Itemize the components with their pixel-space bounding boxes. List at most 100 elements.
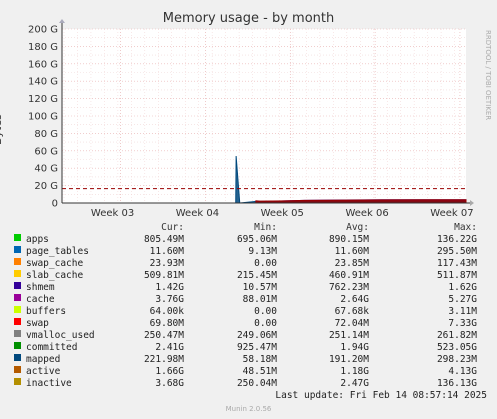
munin-version: Munin 2.0.56 bbox=[225, 405, 272, 413]
legend-cur: 221.98M bbox=[143, 354, 184, 365]
memory-chart: 0 20 G 40 G 60 G 80 G 100 G 120 G 140 G 160 G 180… bbox=[28, 19, 474, 219]
legend-max: 136.13G bbox=[436, 378, 477, 389]
legend-min: 0.00 bbox=[254, 318, 277, 329]
legend-cur: 250.47M bbox=[143, 330, 184, 341]
legend-swatch bbox=[14, 306, 21, 313]
legend-max: 261.82M bbox=[436, 330, 477, 341]
legend-max: 3.11M bbox=[448, 306, 477, 317]
x-tick-label: Week 07 bbox=[430, 208, 473, 219]
legend-cur: 69.80M bbox=[149, 318, 184, 329]
legend-avg: 2.47G bbox=[340, 378, 369, 389]
legend-cur: 1.66G bbox=[155, 366, 184, 377]
legend-cur: 11.60M bbox=[149, 246, 184, 257]
legend-name: apps bbox=[26, 234, 49, 245]
legend-min: 88.01M bbox=[242, 294, 277, 305]
legend-name: swap bbox=[26, 318, 49, 329]
legend-max: 7.33G bbox=[448, 318, 477, 329]
legend-cur: 3.68G bbox=[155, 378, 184, 389]
legend-max: 523.05G bbox=[436, 342, 477, 353]
legend-swatch bbox=[14, 378, 21, 385]
legend-row-page-tables: page_tables 11.60M 9.13M 11.60M 295.50M bbox=[12, 246, 487, 258]
y-tick-label: 200 G bbox=[28, 25, 58, 36]
legend-max: 4.13G bbox=[448, 366, 477, 377]
legend-swatch bbox=[14, 342, 21, 349]
legend-name: buffers bbox=[26, 306, 67, 317]
legend-swatch bbox=[14, 282, 21, 289]
legend-row-buffers: buffers 64.00k 0.00 67.68k 3.11M bbox=[12, 306, 487, 318]
legend-row-committed: committed 2.41G 925.47M 1.94G 523.05G bbox=[12, 342, 487, 354]
legend-avg: 67.68k bbox=[334, 306, 369, 317]
legend-min: 695.06M bbox=[236, 234, 277, 245]
legend-max: 295.50M bbox=[436, 246, 477, 257]
legend-row-slab-cache: slab_cache 509.81M 215.45M 460.91M 511.87M bbox=[12, 270, 487, 282]
header-cur: Cur: bbox=[161, 222, 184, 233]
header-max: Max: bbox=[454, 222, 477, 233]
legend-avg: 23.85M bbox=[334, 258, 369, 269]
legend-name: inactive bbox=[26, 378, 72, 389]
header-min: Min: bbox=[254, 222, 277, 233]
y-tick-label: 180 G bbox=[28, 42, 58, 53]
legend-row-swap: swap 69.80M 0.00 72.04M 7.33G bbox=[12, 318, 487, 330]
legend-min: 215.45M bbox=[236, 270, 277, 281]
legend-table: Cur: Min: Avg: Max: apps 805.49M 695.06M 89… bbox=[12, 222, 487, 390]
legend-swatch bbox=[14, 246, 21, 253]
legend-row-cache: cache 3.76G 88.01M 2.64G 5.27G bbox=[12, 294, 487, 306]
legend-row-apps: apps 805.49M 695.06M 890.15M 136.22G bbox=[12, 234, 487, 246]
legend-name: vmalloc_used bbox=[26, 330, 95, 341]
legend-swatch bbox=[14, 258, 21, 265]
legend-avg: 11.60M bbox=[334, 246, 369, 257]
y-axis-arrow bbox=[59, 19, 65, 23]
legend-min: 0.00 bbox=[254, 306, 277, 317]
legend-swatch bbox=[14, 270, 21, 277]
legend-max: 511.87M bbox=[436, 270, 477, 281]
y-tick-label: 60 G bbox=[34, 146, 58, 157]
legend-name: slab_cache bbox=[26, 270, 84, 281]
legend-swatch bbox=[14, 366, 21, 373]
legend-cur: 23.93M bbox=[149, 258, 184, 269]
legend-avg: 72.04M bbox=[334, 318, 369, 329]
legend-cur: 1.42G bbox=[155, 282, 184, 293]
legend-max: 136.22G bbox=[436, 234, 477, 245]
x-tick-label: Week 06 bbox=[345, 208, 388, 219]
legend-min: 48.51M bbox=[242, 366, 277, 377]
legend-avg: 460.91M bbox=[328, 270, 369, 281]
y-tick-label: 140 G bbox=[28, 77, 58, 88]
legend-row-inactive: inactive 3.68G 250.04M 2.47G 136.13G bbox=[12, 378, 487, 390]
legend-avg: 251.14M bbox=[328, 330, 369, 341]
legend-swatch bbox=[14, 354, 21, 361]
y-tick-label: 100 G bbox=[28, 112, 58, 123]
x-axis-arrow bbox=[470, 200, 474, 206]
legend-cur: 805.49M bbox=[143, 234, 184, 245]
legend-cur: 64.00k bbox=[149, 306, 184, 317]
legend-cur: 2.41G bbox=[155, 342, 184, 353]
legend-name: swap_cache bbox=[26, 258, 84, 269]
legend-avg: 2.64G bbox=[340, 294, 369, 305]
legend-swatch bbox=[14, 234, 21, 241]
legend-swatch bbox=[14, 330, 21, 337]
y-tick-label: 80 G bbox=[34, 129, 58, 140]
legend-name: cache bbox=[26, 294, 55, 305]
legend-header: Cur: Min: Avg: Max: bbox=[12, 222, 487, 234]
x-tick-label: Week 04 bbox=[176, 208, 219, 219]
legend-min: 10.57M bbox=[242, 282, 277, 293]
legend-avg: 1.94G bbox=[340, 342, 369, 353]
y-tick-label: 160 G bbox=[28, 59, 58, 70]
legend-max: 298.23M bbox=[436, 354, 477, 365]
legend-name: page_tables bbox=[26, 246, 89, 257]
legend-swatch bbox=[14, 294, 21, 301]
legend-min: 250.04M bbox=[236, 378, 277, 389]
x-tick-label: Week 03 bbox=[91, 208, 134, 219]
y-tick-label: 0 bbox=[52, 199, 58, 210]
legend-min: 9.13M bbox=[248, 246, 277, 257]
legend-row-vmalloc-used: vmalloc_used 250.47M 249.06M 251.14M 261.82M bbox=[12, 330, 487, 342]
legend-min: 0.00 bbox=[254, 258, 277, 269]
last-update: Last update: Fri Feb 14 08:57:14 2025 bbox=[275, 390, 487, 401]
header-avg: Avg: bbox=[346, 222, 369, 233]
legend-max: 1.62G bbox=[448, 282, 477, 293]
legend-row-mapped: mapped 221.98M 58.18M 191.20M 298.23M bbox=[12, 354, 487, 366]
y-tick-label: 40 G bbox=[34, 164, 58, 175]
legend-min: 925.47M bbox=[236, 342, 277, 353]
legend-name: committed bbox=[26, 342, 78, 353]
legend-min: 58.18M bbox=[242, 354, 277, 365]
legend-min: 249.06M bbox=[236, 330, 277, 341]
